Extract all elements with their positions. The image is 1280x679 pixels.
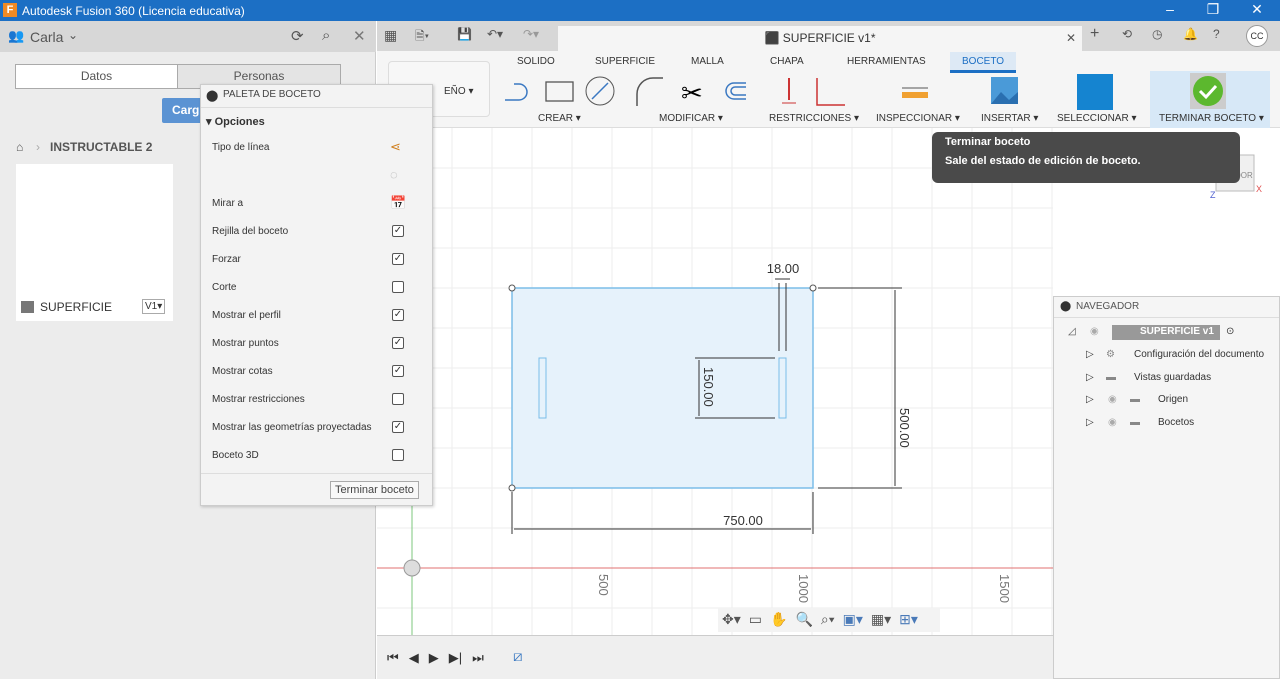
palette-checkbox[interactable]: ✓ (392, 309, 404, 321)
palette-checkbox[interactable]: ✓ (392, 365, 404, 377)
svg-text:Z: Z (1210, 190, 1216, 200)
go-to-end-icon[interactable]: ⏭ (472, 650, 484, 666)
palette-checkbox[interactable]: ✓ (392, 337, 404, 349)
palette-checkbox[interactable] (392, 449, 404, 461)
palette-row-label: Mirar a (212, 198, 244, 209)
zoom-icon[interactable]: 🔍 (795, 611, 812, 629)
origin-point[interactable] (403, 559, 421, 577)
folder-icon: ▬ (1130, 394, 1140, 405)
eye-icon[interactable]: ◉ (1090, 326, 1099, 337)
finish-sketch-button[interactable]: Terminar boceto (330, 481, 419, 499)
folder-icon: ▬ (1106, 371, 1116, 383)
folder-icon: ▬ (1130, 416, 1140, 428)
navigation-toolbar: ✥▾ ▭ ✋ 🔍 ⌕▾ ▣▾ ▦▾ ⊞▾ (718, 608, 940, 632)
axis-label-500: 500 (596, 574, 611, 596)
browser-node[interactable]: ▷ ◉ ▬ Origen (1086, 394, 1276, 412)
step-back-icon[interactable]: ◀ (409, 650, 419, 666)
palette-title: PALETA DE BOCETO (223, 89, 321, 100)
sketch-palette: ⬤ PALETA DE BOCETO ▾ Opciones Tipo de lí… (200, 84, 433, 506)
collapse-icon[interactable]: ⬤ (206, 89, 218, 102)
timeline: ⏮ ◀ ▶ ▶| ⏭ ⧄ (377, 635, 1053, 679)
navigator-title: NAVEGADOR (1076, 301, 1140, 312)
browser-node-label: Bocetos (1158, 416, 1195, 428)
collapse-icon[interactable]: ⬤ (1060, 301, 1071, 312)
palette-row-label: Forzar (212, 254, 241, 265)
orbit-icon[interactable]: ✥▾ (722, 611, 741, 629)
palette-checkbox[interactable]: ✓ (392, 253, 404, 265)
tooltip: Terminar boceto Sale del estado de edici… (932, 132, 1240, 183)
palette-checkbox[interactable] (392, 393, 404, 405)
look-at-icon[interactable]: 📅 (390, 195, 406, 211)
root-component[interactable]: SUPERFICIE v1 (1112, 325, 1220, 340)
timeline-sketch-icon[interactable]: ⧄ (513, 648, 523, 665)
sketch-rectangle[interactable] (511, 287, 814, 489)
expand-icon[interactable]: ▷ (1086, 372, 1094, 383)
browser-node-label: Vistas guardadas (1134, 371, 1212, 383)
browser-node[interactable]: ▷ ◉ ▬ Bocetos (1086, 417, 1276, 435)
expand-icon[interactable]: ▷ (1086, 349, 1094, 360)
palette-row-label: Tipo de línea (212, 142, 270, 153)
section-opciones[interactable]: ▾ Opciones (206, 115, 265, 128)
axis-label-1500: 1500 (997, 574, 1012, 603)
palette-checkbox[interactable]: ✓ (392, 225, 404, 237)
root-toggle-icon[interactable]: ◿ (1068, 326, 1076, 337)
section-label: Opciones (214, 116, 265, 128)
gear-icon: ⚙ (1106, 349, 1115, 360)
activate-radio-icon[interactable]: ⊙ (1226, 326, 1234, 337)
palette-row-label: Mostrar restricciones (212, 394, 305, 405)
construction-icon[interactable]: ◌ (390, 167, 398, 182)
palette-checkbox[interactable]: ✓ (392, 421, 404, 433)
axis-label-1000: 1000 (796, 574, 811, 603)
viewports-icon[interactable]: ⊞▾ (899, 611, 918, 629)
browser-node[interactable]: ▷ ▬ Vistas guardadas (1086, 372, 1276, 390)
tooltip-title: Terminar boceto (945, 136, 1031, 148)
dim-slot-width[interactable]: 18.00 (767, 261, 800, 276)
palette-row-label: Mostrar el perfil (212, 310, 281, 321)
palette-row-label: Mostrar puntos (212, 338, 279, 349)
grid-settings-icon[interactable]: ▦▾ (871, 611, 891, 629)
display-settings-icon[interactable]: ▣▾ (843, 611, 863, 629)
dim-width[interactable]: 750.00 (723, 513, 763, 528)
fit-icon[interactable]: ⌕▾ (821, 611, 835, 629)
browser-panel: ⬤ NAVEGADOR ◿ ◉ SUPERFICIE v1 ⊙ ▷ ⚙ Config… (1053, 296, 1280, 679)
palette-row-label: Mostrar cotas (212, 366, 273, 377)
go-to-start-icon[interactable]: ⏮ (387, 650, 399, 666)
eye-hidden-icon[interactable]: ◉ (1108, 394, 1117, 405)
play-icon[interactable]: ▶ (429, 650, 439, 666)
dim-slot-height[interactable]: 150.00 (701, 367, 716, 407)
tooltip-description: Sale del estado de edición de boceto. (945, 155, 1141, 167)
palette-checkbox[interactable] (392, 281, 404, 293)
browser-node-label: Configuración del documento (1134, 349, 1265, 360)
svg-text:X: X (1256, 184, 1262, 194)
browser-node-label: Origen (1158, 394, 1189, 405)
palette-row-label: Rejilla del boceto (212, 226, 289, 237)
palette-row-label: Mostrar las geometrías proyectadas (212, 422, 372, 433)
palette-row-label: Boceto 3D (212, 450, 259, 461)
expand-icon[interactable]: ▷ (1086, 394, 1094, 405)
pan-icon[interactable]: ✋ (770, 611, 787, 629)
dim-height[interactable]: 500.00 (897, 408, 912, 448)
palette-row-label: Corte (212, 282, 237, 293)
browser-node[interactable]: ▷ ⚙ Configuración del documento (1086, 349, 1276, 367)
eye-icon[interactable]: ◉ (1108, 417, 1117, 428)
step-forward-icon[interactable]: ▶| (449, 650, 462, 666)
line-type-icon[interactable]: ⋖ (390, 139, 401, 155)
expand-icon[interactable]: ▷ (1086, 417, 1094, 428)
look-at-icon[interactable]: ▭ (749, 611, 762, 629)
